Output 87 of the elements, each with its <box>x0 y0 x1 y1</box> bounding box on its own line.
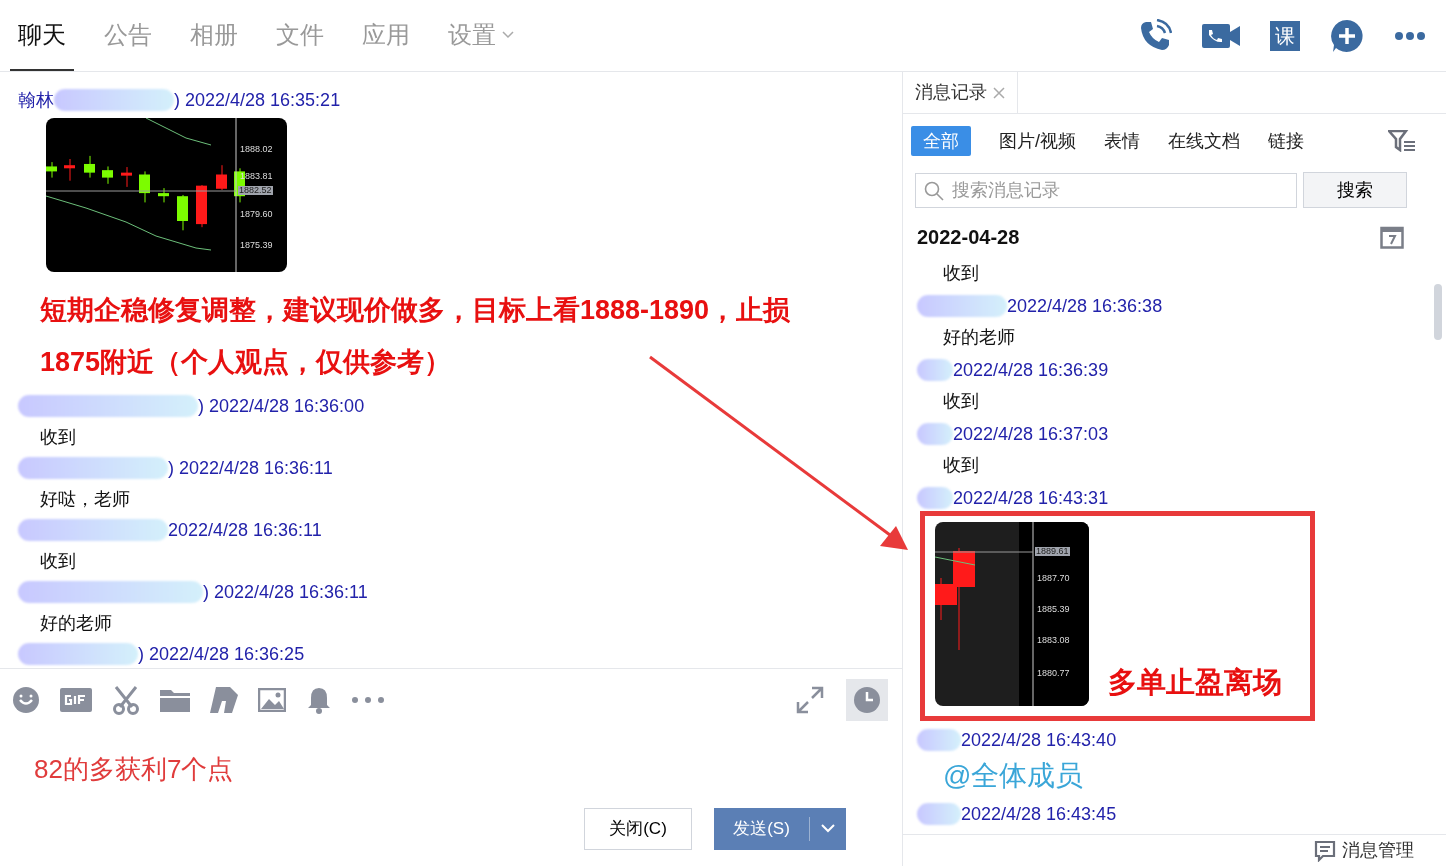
expand-icon[interactable] <box>796 685 824 714</box>
message-text: 收到 <box>942 390 980 413</box>
search-button[interactable]: 搜索 <box>1303 172 1407 208</box>
scissors-icon[interactable] <box>112 684 140 715</box>
message-manager-button[interactable]: 消息管理 <box>1314 837 1414 864</box>
message-time: ) 2022/4/28 16:36:00 <box>198 394 365 418</box>
message-text: 收到 <box>942 262 980 285</box>
chart-screenshot[interactable]: 1887.70 1885.39 1883.08 1880.77 1889.61 <box>935 522 1089 706</box>
chat-icon <box>1314 839 1336 862</box>
candle <box>139 170 150 203</box>
filter-tab[interactable]: 图片/视频 <box>999 125 1076 156</box>
blurred-name <box>917 803 961 825</box>
axis-label: 1888.02 <box>240 145 273 154</box>
blurred-name <box>917 359 953 381</box>
message-text: 收到 <box>39 426 77 449</box>
message-text: 收到 <box>39 550 77 573</box>
caret-icon[interactable] <box>502 30 514 39</box>
message-text: 收到 <box>942 454 980 477</box>
more-icon[interactable] <box>352 696 384 703</box>
history-button[interactable] <box>846 678 888 721</box>
folder-icon[interactable] <box>160 687 190 712</box>
add-icon[interactable] <box>1330 18 1364 53</box>
more-icon[interactable] <box>1394 30 1426 41</box>
mention-text: @全体成员 <box>942 759 1085 793</box>
filter-tab[interactable]: 在线文档 <box>1168 125 1240 156</box>
document-icon[interactable] <box>210 686 238 713</box>
candle <box>196 184 207 228</box>
close-icon[interactable] <box>993 86 1005 99</box>
axis-label: 1875.39 <box>240 241 273 250</box>
phone-call-icon[interactable] <box>1138 18 1172 53</box>
search-field[interactable]: 搜索消息记录 <box>915 172 1297 208</box>
message-time: ) 2022/4/28 16:36:11 <box>168 456 333 480</box>
message-time: 2022/4/28 16:43:40 <box>961 728 1117 752</box>
message-text: 好的老师 <box>942 326 1016 349</box>
filter-tab[interactable]: 链接 <box>1268 125 1304 156</box>
image-icon[interactable] <box>258 687 286 712</box>
tab[interactable]: 聊天 <box>10 0 74 71</box>
candle <box>121 166 132 188</box>
blurred-name <box>917 729 961 751</box>
filter-tab[interactable]: 表情 <box>1104 125 1140 156</box>
message-time: ) 2022/4/28 16:36:11 <box>203 580 368 604</box>
moving-average-line <box>145 118 212 146</box>
message-time: 2022/4/28 16:43:31 <box>953 486 1109 510</box>
axis-label: 1880.77 <box>1037 669 1070 678</box>
moving-average-line <box>935 556 976 566</box>
close-button[interactable]: 关闭(C) <box>584 808 692 850</box>
candle <box>102 165 113 185</box>
scrollbar[interactable] <box>1434 284 1442 340</box>
axis-label: 1887.70 <box>1037 574 1070 583</box>
axis-label: 1883.08 <box>1037 636 1070 645</box>
axis-label: 1885.39 <box>1037 605 1070 614</box>
message-input[interactable]: 82的多获利7个点 <box>34 756 868 782</box>
candle <box>64 158 75 182</box>
send-button[interactable]: 发送(S) <box>714 808 846 850</box>
axis-label: 1879.60 <box>240 210 273 219</box>
date-heading: 2022-04-28 <box>917 225 1020 250</box>
emoji-icon[interactable] <box>12 685 40 714</box>
sender-name: 翰林 <box>18 88 54 112</box>
bell-icon[interactable] <box>306 685 332 714</box>
calendar-icon[interactable] <box>1380 225 1404 249</box>
candle <box>84 155 95 179</box>
history-tab[interactable]: 消息记录 <box>903 72 1018 113</box>
blurred-name <box>917 423 953 445</box>
search-icon <box>924 180 944 201</box>
message-time: 2022/4/28 16:36:39 <box>953 358 1109 382</box>
filter-icon[interactable] <box>1388 129 1416 152</box>
message-text: 短期企稳修复调整，建议现价做多，目标上看1888-1890，止损1875附近（个人观点，仅供参考） <box>39 294 792 379</box>
message-text: 好哒，老师 <box>39 488 131 511</box>
clock-icon <box>853 685 881 714</box>
gif-icon[interactable] <box>60 687 92 712</box>
video-call-icon[interactable] <box>1202 21 1240 50</box>
candle <box>216 164 227 191</box>
candle <box>177 194 188 231</box>
candle <box>158 187 169 203</box>
candle <box>46 161 57 179</box>
course-button[interactable]: 课 <box>1270 20 1300 51</box>
message-time: 2022/4/28 16:36:38 <box>1007 294 1163 318</box>
message-time: 2022/4/28 16:37:03 <box>953 422 1109 446</box>
price-tag: 1882.52 <box>238 186 273 195</box>
price-tag: 1889.61 <box>1035 547 1070 556</box>
message-time: ) 2022/4/28 16:36:25 <box>138 642 305 666</box>
annotation-text: 多单止盈离场 <box>1108 668 1282 697</box>
message-time: 2022/4/28 16:43:45 <box>961 802 1117 826</box>
message-text: 好的老师 <box>39 612 113 635</box>
message-time: 2022/4/28 16:36:11 <box>168 518 322 542</box>
message-time: ) 2022/4/28 16:35:21 <box>174 88 341 112</box>
blurred-name <box>917 487 953 509</box>
